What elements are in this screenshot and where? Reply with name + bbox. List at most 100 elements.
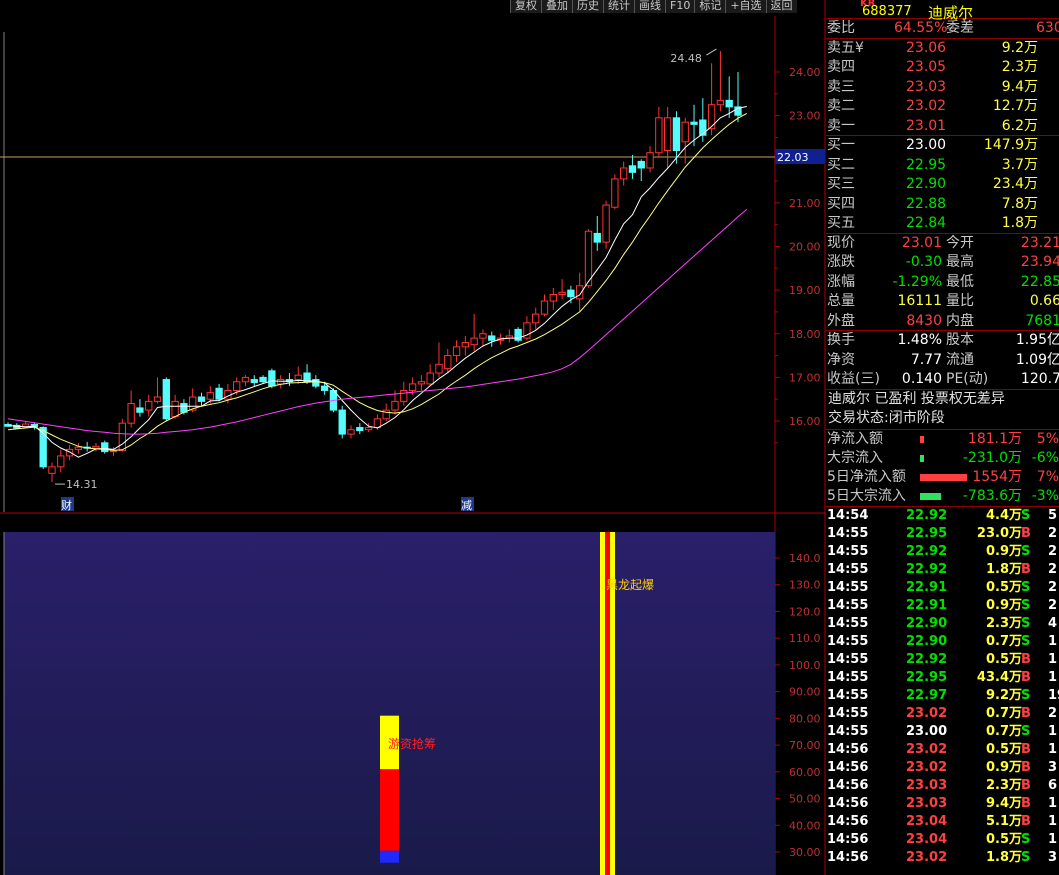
- tick-row[interactable]: 14:56 23.02 0.5万 B 1: [826, 741, 1059, 759]
- tick-row[interactable]: 14:55 22.90 2.3万 S 4: [826, 615, 1059, 633]
- tick-row[interactable]: 14:55 23.00 0.7万 S 1: [826, 723, 1059, 741]
- tick-row[interactable]: 14:55 22.90 0.7万 S 1: [826, 633, 1059, 651]
- quote-label: 外盘: [827, 312, 855, 329]
- tick-row[interactable]: 14:55 22.92 0.5万 B 1: [826, 651, 1059, 669]
- back-button[interactable]: 返回: [765, 0, 797, 13]
- tick-row[interactable]: 14:55 22.91 0.9万 S 2: [826, 597, 1059, 615]
- flow-value: -231.0万: [962, 449, 1022, 466]
- candle-body: [320, 385, 329, 391]
- tick-row[interactable]: 14:55 22.95 43.4万 B 1: [826, 669, 1059, 687]
- tick-row[interactable]: 14:56 23.04 0.5万 S 1: [826, 831, 1059, 849]
- tick-count: 4: [1048, 615, 1058, 631]
- history-button[interactable]: 历史: [572, 0, 603, 13]
- stat-label: 换手: [827, 332, 855, 348]
- quote-value: 23.01: [901, 234, 942, 251]
- low-marker-label: 14.31: [66, 478, 98, 491]
- tick-time: 14:56: [827, 759, 869, 775]
- flow-percent: -6%: [1031, 449, 1059, 466]
- tick-volume: 2.3万: [985, 615, 1022, 631]
- tick-count: 6: [1048, 777, 1058, 793]
- tick-volume: 9.2万: [985, 687, 1022, 703]
- mark-button[interactable]: 标记: [694, 0, 726, 13]
- stat-label: PE(动): [946, 371, 989, 387]
- flow-bar: [920, 454, 924, 462]
- tick-list[interactable]: 14:54 22.92 4.4万 S 5 14:55 22.95 23.0万 B 2 14:55 22…: [826, 507, 1059, 867]
- tick-row[interactable]: 14:54 22.92 4.4万 S 5: [826, 507, 1059, 525]
- candle-body: [558, 291, 566, 295]
- candle-body: [611, 178, 619, 208]
- bid-book: 买一 23.00 147.9万 买二 22.95 3.7万 买三 22.90 23.4万 买四 22…: [826, 136, 1059, 234]
- ask-label: 卖四: [827, 59, 855, 75]
- f10-button[interactable]: F10: [665, 0, 695, 13]
- tick-price: 23.00: [906, 723, 948, 739]
- tick-row[interactable]: 14:56 23.02 1.8万 S 3: [826, 849, 1059, 867]
- price-tick-label: 16.00: [789, 415, 821, 428]
- ask-row[interactable]: 卖二 23.02 12.7万: [826, 97, 1059, 117]
- candle-body: [356, 427, 364, 432]
- ask-row[interactable]: 卖三 23.03 9.4万: [826, 78, 1059, 98]
- tick-side: S: [1021, 507, 1031, 523]
- overlay-button[interactable]: 叠加: [541, 0, 572, 13]
- ask-row[interactable]: 卖五¥ 23.06 9.2万: [826, 39, 1059, 59]
- indicator-tick-label: 130.0: [789, 579, 821, 592]
- tick-row[interactable]: 14:55 22.92 1.8万 B 2: [826, 561, 1059, 579]
- quote-row: 总量 16111 量比 0.66: [826, 292, 1059, 312]
- ask-row[interactable]: 卖四 23.05 2.3万: [826, 58, 1059, 78]
- tick-count: 2: [1048, 561, 1058, 577]
- tick-time: 14:56: [827, 849, 869, 865]
- quote-value: 22.85: [1020, 273, 1059, 290]
- fuquan-button[interactable]: 复权: [510, 0, 541, 13]
- quote-label: 总量: [827, 293, 855, 309]
- candle-body: [461, 341, 470, 348]
- tick-volume: 0.9万: [985, 597, 1022, 613]
- bid-row[interactable]: 买三 22.90 23.4万: [826, 175, 1059, 195]
- tick-row[interactable]: 14:55 22.95 23.0万 B 2: [826, 525, 1059, 543]
- flow-value: 181.1万: [967, 430, 1022, 447]
- quote-label: 现价: [827, 234, 855, 251]
- candle-body: [707, 104, 716, 130]
- fund-flow-list: 净流入额 181.1万 5% 大宗流入 -231.0万 -6% 5日净流入额 1554万 7% 5…: [826, 430, 1059, 507]
- tick-row[interactable]: 14:55 23.02 0.7万 B 2: [826, 705, 1059, 723]
- ask-label: 卖五¥: [827, 39, 864, 56]
- candle-body: [663, 117, 672, 152]
- tick-price: 23.04: [906, 813, 948, 829]
- flow-value: 1554万: [972, 468, 1022, 485]
- candle-body: [215, 387, 223, 400]
- bid-row[interactable]: 买一 23.00 147.9万: [826, 136, 1059, 156]
- stats-row: 换手 1.48% 股本 1.95亿: [826, 331, 1059, 351]
- candle-body: [540, 300, 549, 315]
- tick-time: 14:55: [827, 669, 869, 685]
- bid-row[interactable]: 买五 22.84 1.8万: [826, 214, 1059, 234]
- bid-volume: 3.7万: [1001, 156, 1038, 173]
- tick-row[interactable]: 14:55 22.97 9.2万S 19: [826, 687, 1059, 705]
- tick-row[interactable]: 14:55 22.92 0.9万 S 2: [826, 543, 1059, 561]
- tick-row[interactable]: 14:56 23.03 9.4万 B 1: [826, 795, 1059, 813]
- tick-row[interactable]: 14:56 23.04 5.1万 B 1: [826, 813, 1059, 831]
- candle-body: [241, 376, 250, 383]
- ma-line-ma5: [7, 106, 747, 458]
- ask-row[interactable]: 卖一 23.01 6.2万: [826, 117, 1059, 136]
- statistics-button[interactable]: 统计: [603, 0, 634, 13]
- tick-row[interactable]: 14:55 22.91 0.5万 S 2: [826, 579, 1059, 597]
- indicator-tick-label: 100.0: [789, 659, 821, 672]
- kline-chart[interactable]: ◇24.0023.0022.0021.0020.0019.0018.0017.0…: [0, 0, 826, 875]
- candle-body: [716, 99, 725, 106]
- bid-row[interactable]: 买二 22.95 3.7万: [826, 156, 1059, 176]
- add-watchlist-button[interactable]: +自选: [725, 0, 766, 13]
- candle-body: [118, 422, 127, 452]
- tick-volume: 0.7万: [985, 633, 1022, 649]
- draw-line-button[interactable]: 画线: [634, 0, 665, 13]
- stat-label: 流通: [946, 351, 974, 368]
- tick-volume: 43.4万: [976, 669, 1022, 685]
- tick-row[interactable]: 14:56 23.03 2.3万 B 6: [826, 777, 1059, 795]
- tick-price: 22.91: [906, 597, 948, 613]
- indicator-tick-label: 110.0: [789, 632, 821, 645]
- candle-body: [250, 379, 258, 384]
- tick-row[interactable]: 14:56 23.02 0.9万 B 3: [826, 759, 1059, 777]
- bid-row[interactable]: 买四 22.88 7.8万: [826, 195, 1059, 215]
- stat-value: 1.48%: [897, 332, 942, 348]
- tick-count: 3: [1048, 759, 1058, 775]
- tick-count: 2: [1048, 705, 1058, 721]
- tick-time: 14:56: [827, 741, 869, 757]
- tick-count: 1: [1048, 633, 1058, 649]
